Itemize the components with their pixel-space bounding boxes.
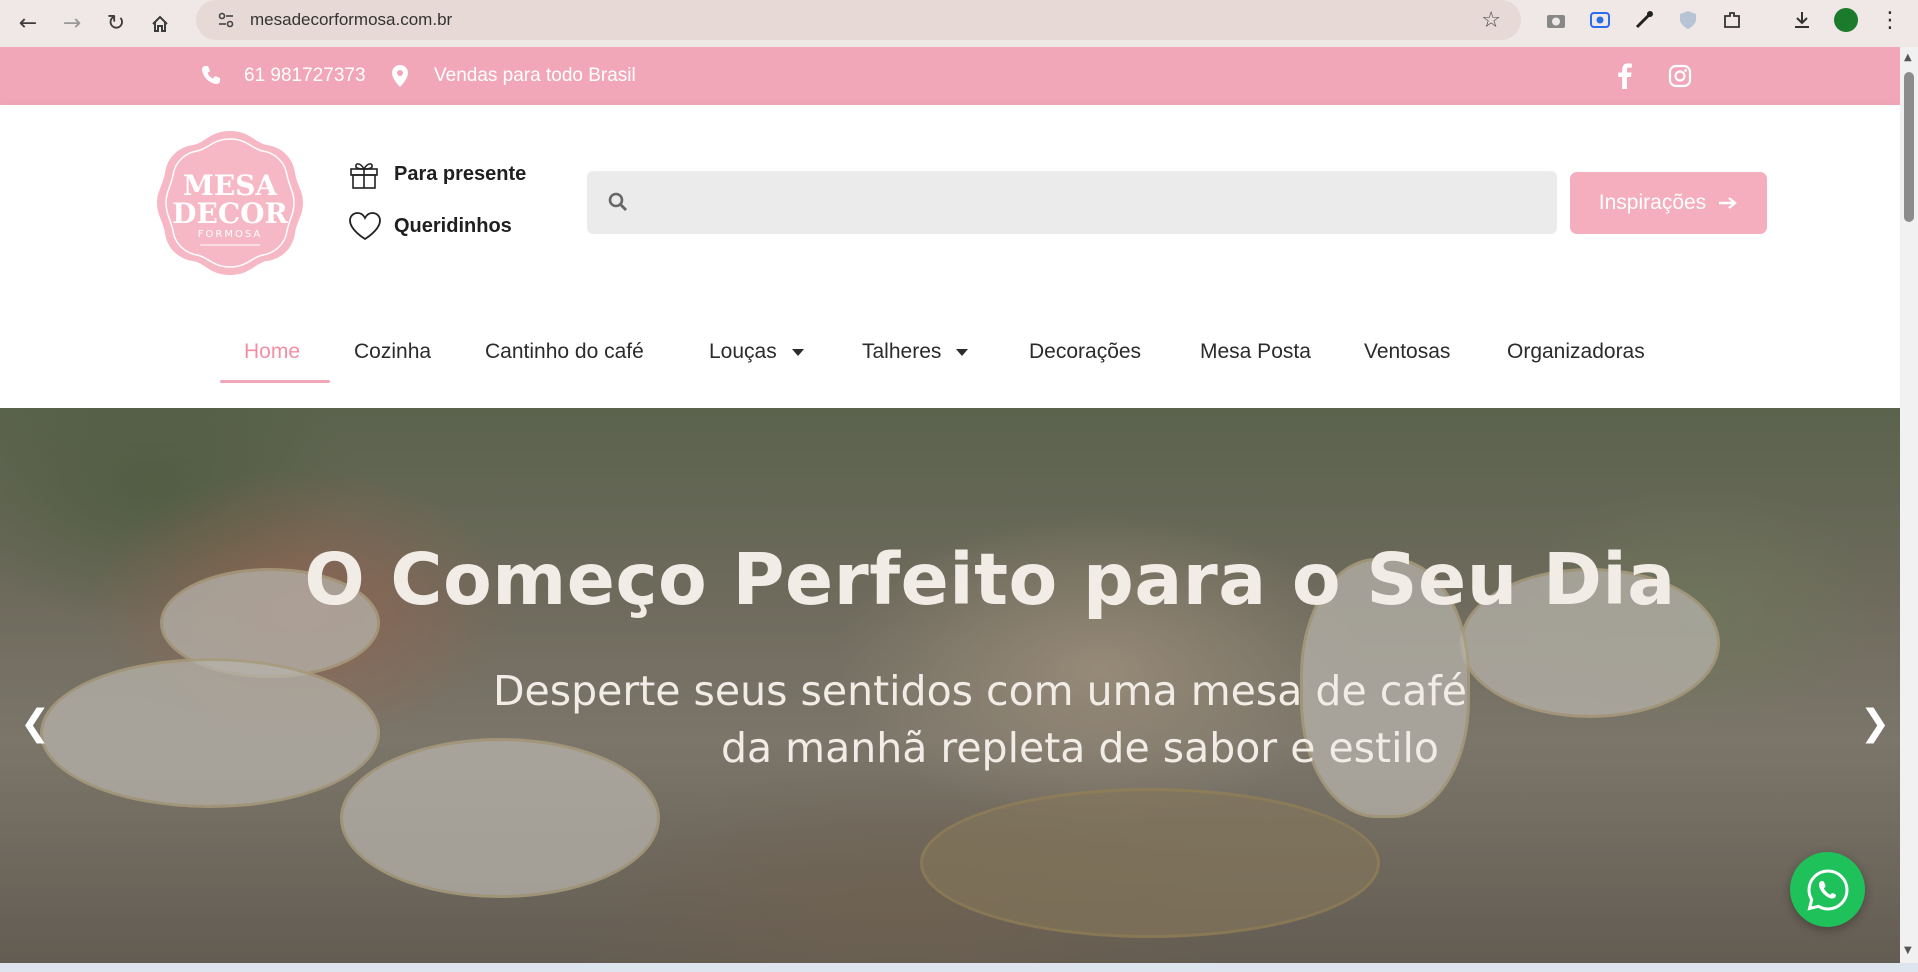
- nav-label: Ventosas: [1364, 340, 1451, 363]
- browser-menu-icon[interactable]: ⋮: [1870, 0, 1910, 40]
- scrollbar-thumb[interactable]: [1904, 72, 1914, 222]
- reload-icon[interactable]: ↻: [94, 4, 138, 44]
- scroll-up-icon[interactable]: ▲: [1904, 52, 1912, 63]
- phone-number[interactable]: 61 981727373: [244, 47, 366, 105]
- slider-next-icon[interactable]: ❯: [1860, 703, 1890, 744]
- nav-label: Mesa Posta: [1200, 340, 1311, 363]
- favorites-link[interactable]: Queridinhos: [348, 211, 512, 241]
- nav-item-cantinho-do-cafe[interactable]: Cantinho do café: [485, 340, 644, 364]
- profile-avatar[interactable]: [1826, 0, 1866, 40]
- arrow-right-icon: [1719, 197, 1738, 209]
- gift-link[interactable]: Para presente: [348, 158, 526, 190]
- bookmark-star-icon[interactable]: ☆: [1481, 8, 1501, 33]
- camera-icon[interactable]: [1536, 0, 1576, 40]
- whatsapp-icon: [1806, 868, 1849, 911]
- site-header: MESA DECOR FORMOSA Para presente Queridi…: [0, 105, 1900, 300]
- favorites-label[interactable]: Queridinhos: [394, 215, 512, 238]
- nav-label: Louças: [709, 340, 777, 363]
- nav-item-mesa-posta[interactable]: Mesa Posta: [1200, 340, 1311, 364]
- active-nav-indicator: [220, 380, 330, 383]
- nav-item-talheres[interactable]: Talheres: [862, 340, 969, 364]
- nav-item-ventosas[interactable]: Ventosas: [1364, 340, 1450, 364]
- back-icon[interactable]: ←: [6, 4, 50, 44]
- inspirations-button[interactable]: Inspirações: [1570, 172, 1767, 234]
- eyedropper-icon[interactable]: [1624, 0, 1664, 40]
- nav-item-decoracoes[interactable]: Decorações: [1029, 340, 1141, 364]
- url-text[interactable]: mesadecorformosa.com.br: [250, 10, 452, 30]
- site-info-icon[interactable]: [208, 11, 244, 29]
- search-bar[interactable]: [587, 171, 1557, 234]
- shield-extension-icon[interactable]: [1668, 0, 1708, 40]
- nav-label: Cantinho do café: [485, 340, 644, 363]
- main-nav: Home Cozinha Cantinho do café Louças Tal…: [0, 300, 1900, 408]
- nav-label: Home: [244, 340, 301, 363]
- logo-line-3: FORMOSA: [198, 229, 262, 240]
- page-scrollbar[interactable]: ▲ ▼: [1900, 47, 1918, 963]
- nav-label: Organizadoras: [1507, 340, 1645, 363]
- caret-down-icon: [956, 348, 969, 356]
- download-icon[interactable]: [1782, 0, 1822, 40]
- forward-icon[interactable]: →: [50, 4, 94, 44]
- gift-label[interactable]: Para presente: [394, 163, 526, 186]
- hero-subtitle-line-1: Desperte seus sentidos com uma mesa de c…: [492, 667, 1468, 715]
- shipping-info: Vendas para todo Brasil: [434, 65, 636, 86]
- home-icon[interactable]: [138, 4, 182, 44]
- hero-slider: O Começo Perfeito para o Seu Dia Despert…: [0, 408, 1900, 963]
- hero-subtitle-line-2: da manhã repleta de sabor e estilo: [721, 724, 1439, 772]
- phone-icon: [202, 66, 220, 84]
- heart-icon: [349, 212, 381, 241]
- browser-toolbar: ← → ↻ mesadecorformosa.com.br ☆ ⋮: [0, 0, 1918, 47]
- nav-item-home[interactable]: Home: [244, 340, 300, 364]
- nav-item-organizadoras[interactable]: Organizadoras: [1507, 340, 1645, 364]
- caret-down-icon: [791, 348, 804, 356]
- screen-capture-icon[interactable]: [1580, 0, 1620, 40]
- nav-item-cozinha[interactable]: Cozinha: [354, 340, 431, 364]
- nav-label: Cozinha: [354, 340, 432, 363]
- logo-line-2: DECOR: [172, 197, 288, 230]
- search-icon[interactable]: [607, 191, 629, 213]
- map-pin-icon: [392, 65, 408, 87]
- hero-subtitle: Desperte seus sentidos com uma mesa de c…: [0, 663, 1900, 777]
- whatsapp-button[interactable]: [1790, 852, 1865, 927]
- site-logo[interactable]: MESA DECOR FORMOSA: [155, 127, 305, 279]
- facebook-icon[interactable]: [1618, 63, 1632, 89]
- os-taskbar: [0, 963, 1918, 972]
- address-bar[interactable]: mesadecorformosa.com.br ☆: [196, 0, 1521, 40]
- search-input[interactable]: [647, 171, 1537, 234]
- scroll-down-icon[interactable]: ▼: [1904, 945, 1912, 956]
- nav-label: Talheres: [862, 340, 942, 363]
- slider-prev-icon[interactable]: ❮: [20, 703, 50, 744]
- nav-label: Decorações: [1029, 340, 1142, 363]
- inspirations-label: Inspirações: [1598, 191, 1707, 214]
- top-info-bar: 61 981727373 Vendas para todo Brasil: [0, 47, 1900, 105]
- instagram-icon[interactable]: [1668, 64, 1692, 88]
- nav-item-loucas[interactable]: Louças: [709, 340, 805, 364]
- hero-title: O Começo Perfeito para o Seu Dia: [304, 538, 1676, 621]
- puzzle-extensions-icon[interactable]: [1712, 0, 1752, 40]
- gift-icon: [350, 163, 378, 189]
